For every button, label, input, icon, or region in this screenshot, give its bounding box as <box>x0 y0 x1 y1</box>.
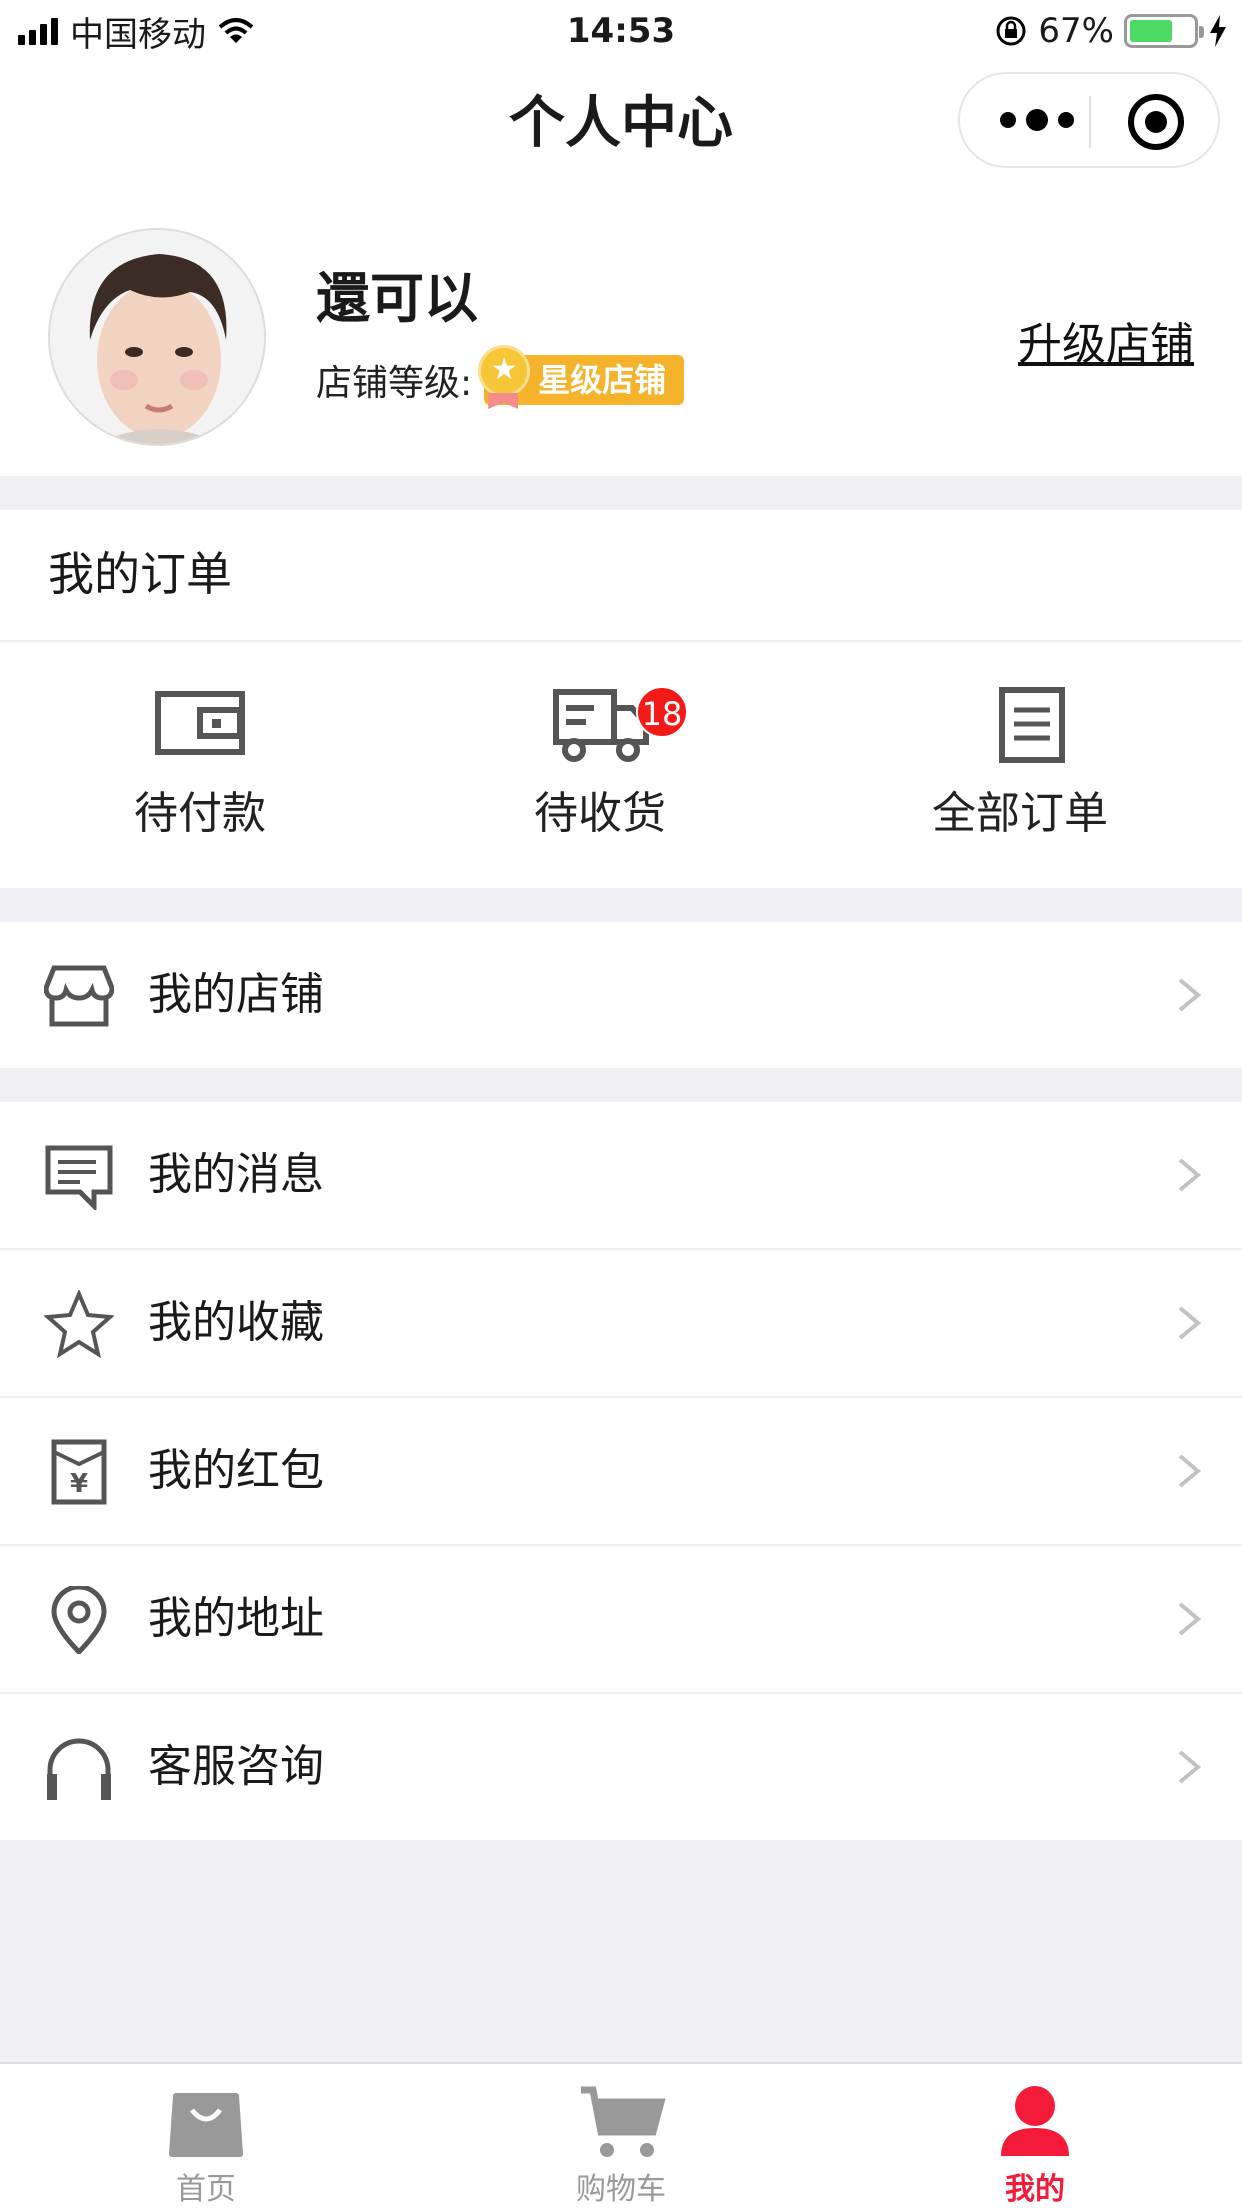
tab-label: 购物车 <box>576 2172 666 2207</box>
tab-bar: 首页 购物车 我的 <box>0 2062 1242 2208</box>
star-medal-icon: ★ <box>478 345 531 397</box>
rotation-lock-icon <box>996 16 1026 46</box>
store-icon <box>44 965 114 1027</box>
level-badge-text: 星级店铺 <box>538 361 667 399</box>
order-label: 待付款 <box>134 788 266 839</box>
nav-bar: 个人中心 <box>0 62 1242 184</box>
orders-header[interactable]: 我的订单 <box>0 510 1242 642</box>
menu-item-my-store[interactable]: 我的店铺 <box>0 922 1242 1068</box>
medal-ribbon <box>488 393 519 409</box>
chevron-right-icon <box>1178 1158 1202 1192</box>
profile-card: 還可以 店铺等级: ★ 星级店铺 升级店铺 <box>0 184 1242 476</box>
store-level-label: 店铺等级: <box>316 363 473 404</box>
menu-item-address[interactable]: 我的地址 <box>0 1546 1242 1692</box>
menu-item-favorites[interactable]: 我的收藏 <box>0 1250 1242 1396</box>
location-icon <box>51 1586 107 1654</box>
menu-item-messages[interactable]: 我的消息 <box>0 1102 1242 1248</box>
svg-text:¥: ¥ <box>70 1469 88 1499</box>
level-badge: ★ 星级店铺 <box>478 345 685 409</box>
chevron-right-icon <box>1178 1454 1202 1488</box>
status-bar: 中国移动 14:53 67% <box>0 0 1242 62</box>
avatar[interactable] <box>48 228 266 446</box>
wallet-icon <box>155 691 245 755</box>
orders-title: 我的订单 <box>48 547 232 601</box>
orders-shortcuts: 待付款 18 待收货 全部订单 <box>0 642 1242 888</box>
chevron-right-icon <box>1178 1602 1202 1636</box>
star-icon <box>44 1290 114 1358</box>
bag-icon <box>169 2093 243 2157</box>
tab-mine[interactable]: 我的 <box>925 2064 1145 2208</box>
user-icon <box>1001 2086 1069 2156</box>
order-all[interactable]: 全部订单 <box>870 642 1170 888</box>
upgrade-store-link[interactable]: 升级店铺 <box>1018 308 1194 372</box>
order-pending-payment[interactable]: 待付款 <box>50 642 350 888</box>
menu-item-customer-service[interactable]: 客服咨询 <box>0 1694 1242 1840</box>
chevron-right-icon <box>1178 978 1202 1012</box>
tab-label: 首页 <box>176 2172 236 2207</box>
charging-icon <box>1210 15 1226 47</box>
message-icon <box>45 1145 113 1210</box>
battery-fill <box>1130 20 1172 42</box>
username: 還可以 <box>316 267 478 330</box>
order-label: 全部订单 <box>932 788 1108 839</box>
tab-cart[interactable]: 购物车 <box>511 2064 731 2208</box>
order-label: 待收货 <box>534 788 666 839</box>
chevron-right-icon <box>1178 1306 1202 1340</box>
menu-item-red-packets[interactable]: ¥ 我的红包 <box>0 1398 1242 1544</box>
menu-label: 我的红包 <box>148 1445 324 1496</box>
red-packet-icon: ¥ <box>51 1439 107 1505</box>
mini-program-capsule <box>958 72 1220 168</box>
pending-receipt-count-badge: 18 <box>636 686 688 738</box>
truck-icon <box>553 689 649 762</box>
chevron-right-icon <box>1178 1750 1202 1784</box>
menu-label: 客服咨询 <box>148 1741 324 1792</box>
document-icon <box>999 687 1065 763</box>
store-level-row: 店铺等级: ★ 星级店铺 <box>316 345 685 409</box>
status-bar-right: 67% <box>994 8 1228 54</box>
battery-icon <box>1124 14 1204 48</box>
menu-label: 我的收藏 <box>148 1297 324 1348</box>
menu-label: 我的消息 <box>148 1149 324 1200</box>
capsule-divider <box>1089 96 1091 148</box>
menu-label: 我的地址 <box>148 1593 324 1644</box>
more-icon[interactable] <box>1000 109 1074 131</box>
tab-label: 我的 <box>1005 2172 1065 2207</box>
order-pending-receipt[interactable]: 18 待收货 <box>450 642 750 888</box>
cart-icon <box>581 2086 666 2157</box>
tab-home[interactable]: 首页 <box>96 2064 316 2208</box>
menu-label: 我的店铺 <box>148 969 324 1020</box>
close-target-icon[interactable] <box>1128 94 1184 150</box>
battery-percent: 67% <box>1038 11 1114 51</box>
headset-icon <box>47 1738 111 1800</box>
